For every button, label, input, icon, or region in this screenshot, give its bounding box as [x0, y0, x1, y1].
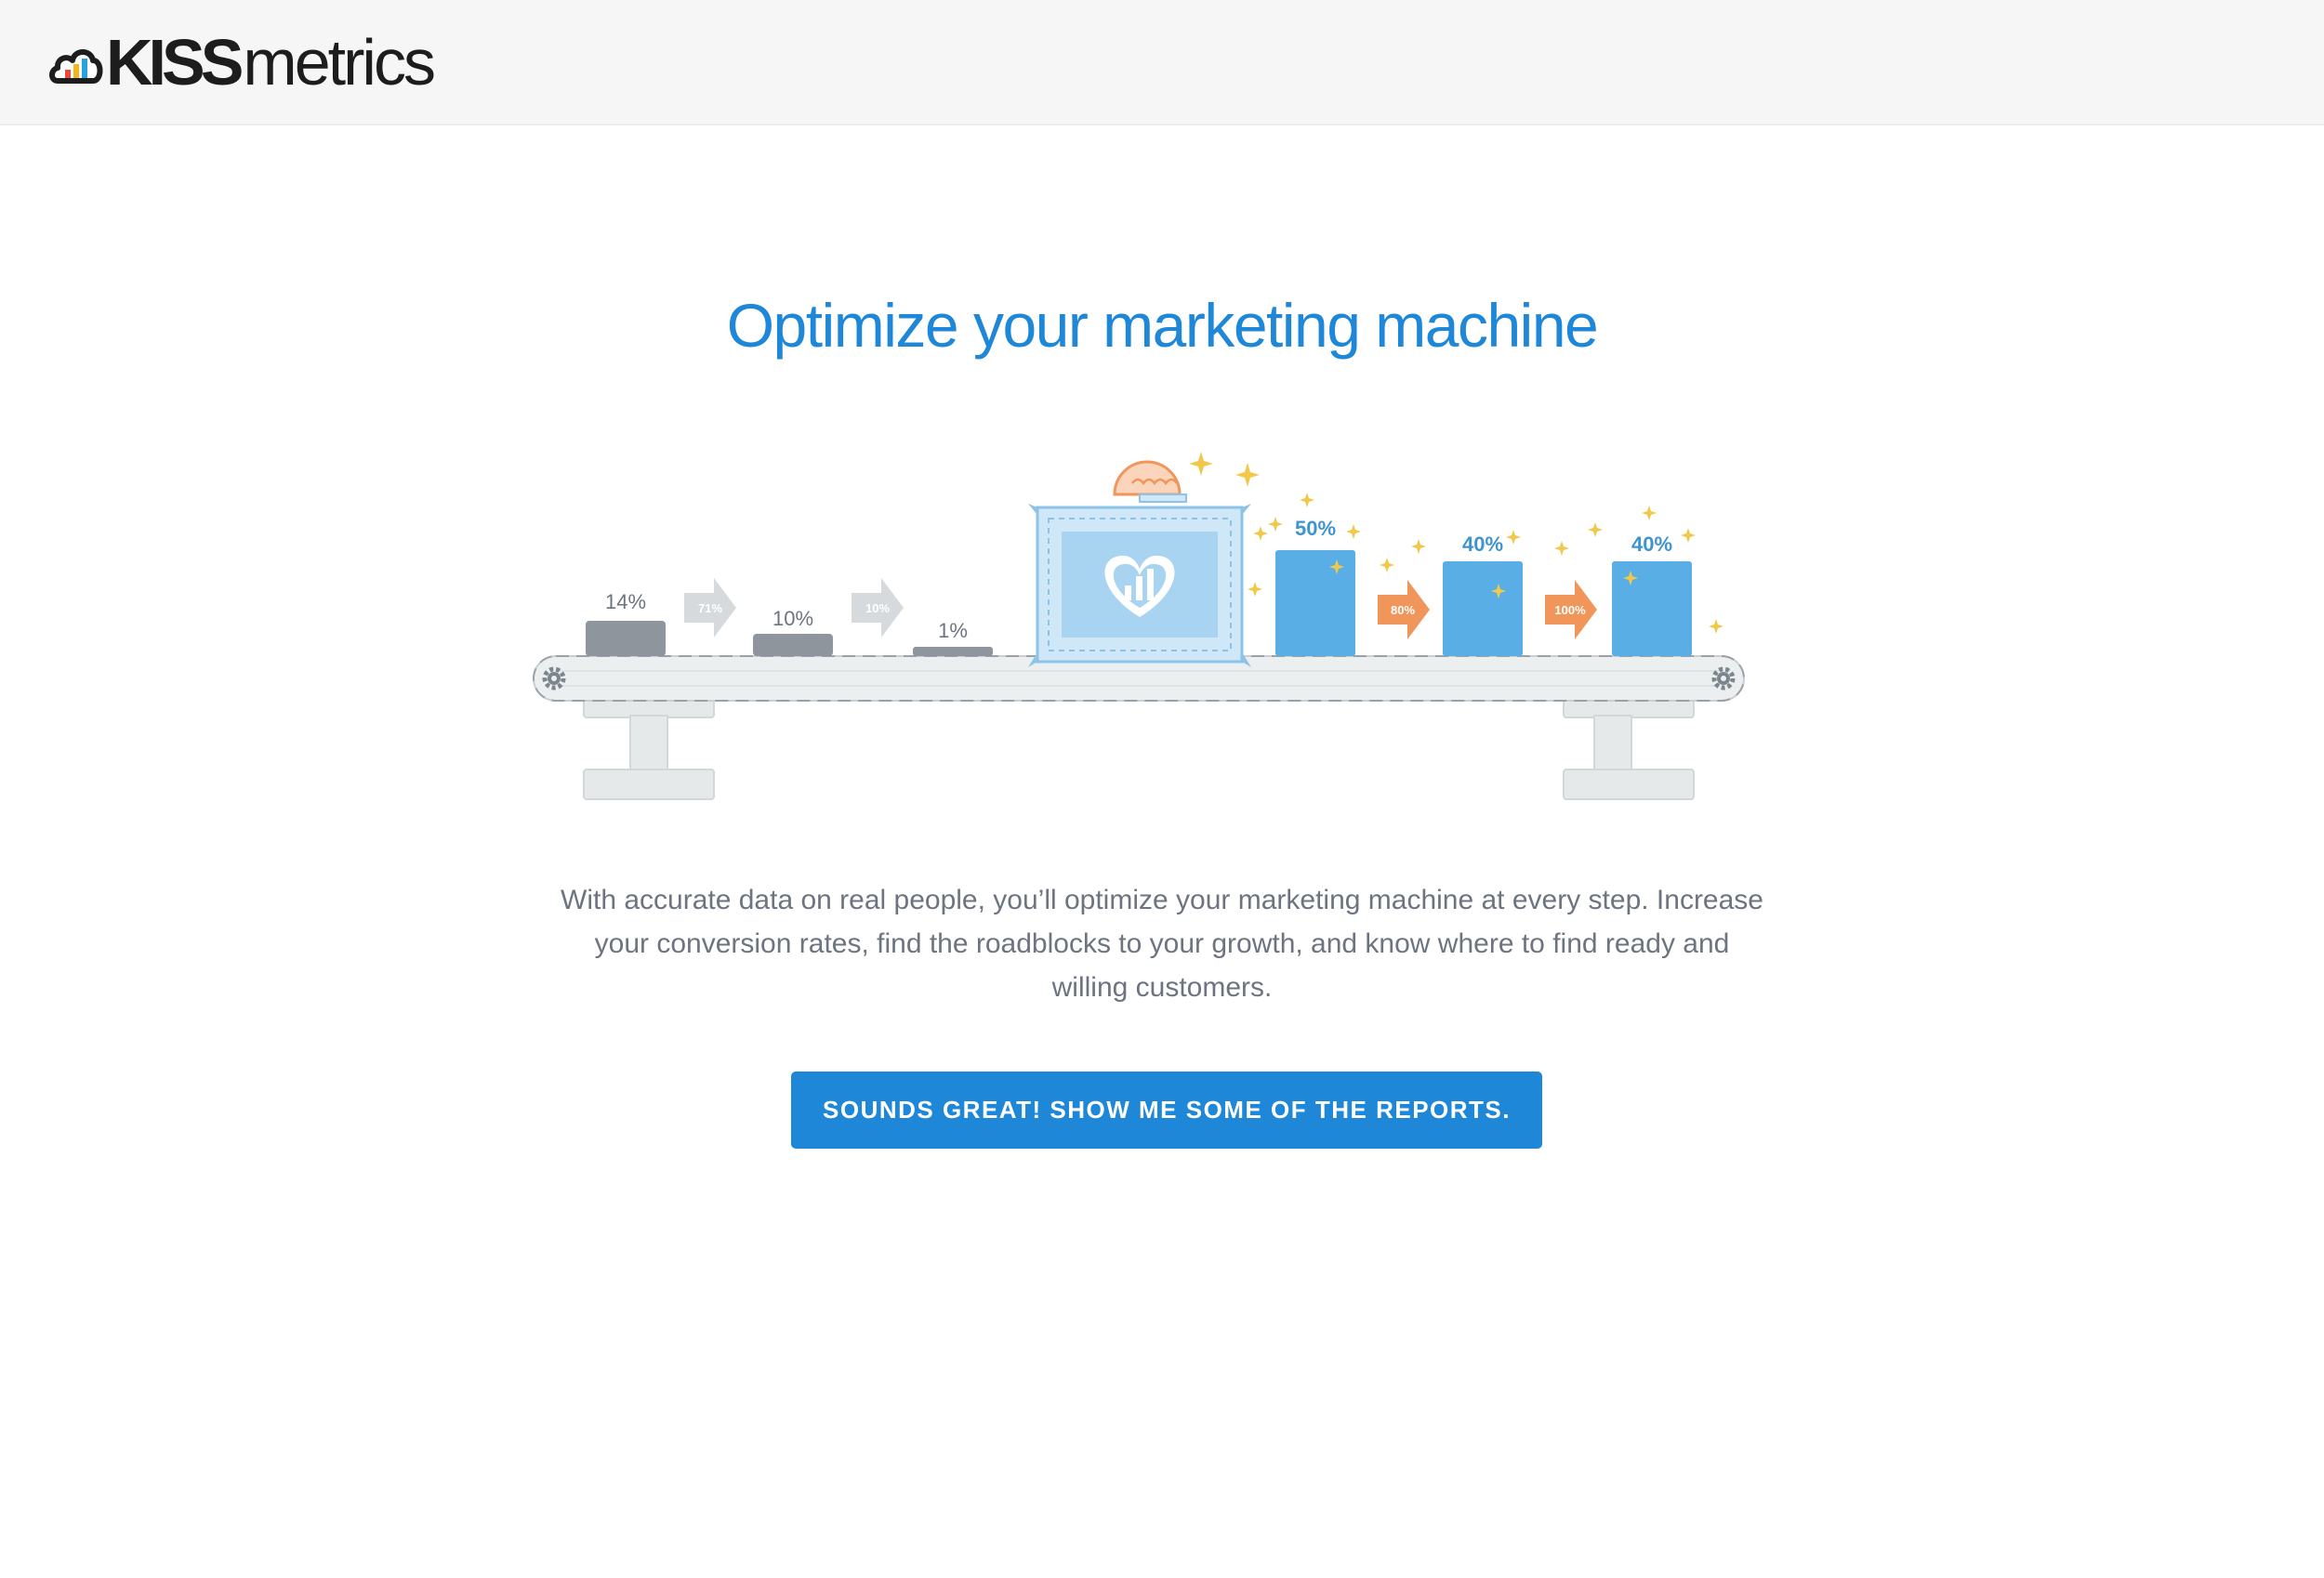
arrow-label: 71%	[698, 601, 722, 615]
block-label: 50%	[1295, 517, 1336, 540]
block-label: 10%	[772, 607, 813, 630]
arrow-right-icon: 10%	[852, 578, 904, 638]
kissmetrics-machine	[1028, 460, 1251, 667]
marketing-machine-illustration: 14% 10% 1% 71% 10% 50% 40% 40% 80% 100%	[533, 452, 1745, 800]
show-reports-button[interactable]: SOUNDS GREAT! SHOW ME SOME OF THE REPORT…	[791, 1072, 1542, 1149]
after-block: 40%	[1443, 533, 1523, 656]
conveyor-leg-right	[1563, 698, 1695, 800]
after-block: 40%	[1612, 533, 1692, 656]
kissmetrics-cloud-icon	[49, 49, 103, 84]
kissmetrics-logo[interactable]: KISS metrics	[48, 26, 436, 99]
before-block: 1%	[913, 619, 993, 656]
block-label: 40%	[1631, 533, 1672, 556]
conveyor-leg-left	[583, 698, 715, 800]
value-proposition-text: With accurate data on real people, you’l…	[561, 885, 1763, 1003]
before-block: 14%	[586, 590, 666, 656]
top-navigation-bar: KISS metrics	[0, 0, 2324, 125]
after-block: 50%	[1275, 517, 1355, 656]
block-label: 14%	[605, 590, 646, 613]
arrow-label: 10%	[865, 601, 890, 615]
arrow-label: 100%	[1554, 603, 1586, 617]
arrow-label: 80%	[1391, 603, 1415, 617]
block-label: 40%	[1462, 533, 1503, 556]
page-title: Optimize your marketing machine	[726, 291, 1599, 360]
logo-wordmark-bold: KISS	[106, 26, 244, 99]
arrow-right-icon: 71%	[684, 578, 736, 638]
block-label: 1%	[938, 619, 968, 642]
arrow-right-icon: 100%	[1545, 580, 1597, 639]
logo-wordmark-light: metrics	[243, 26, 436, 99]
before-block: 10%	[753, 607, 833, 656]
arrow-right-icon: 80%	[1378, 580, 1430, 639]
